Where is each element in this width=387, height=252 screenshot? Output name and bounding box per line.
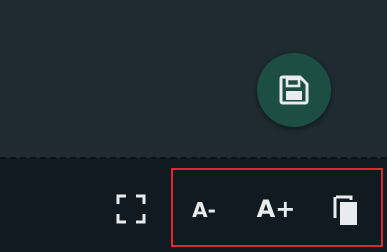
expand-icon xyxy=(116,194,146,224)
font-increase-button[interactable]: A+ xyxy=(253,191,299,227)
save-button[interactable] xyxy=(257,53,331,127)
copy-button[interactable] xyxy=(326,190,364,230)
copy-icon xyxy=(333,195,357,225)
fullscreen-button[interactable] xyxy=(112,190,150,228)
divider xyxy=(0,157,387,159)
save-icon xyxy=(279,75,309,105)
font-decrease-button[interactable]: A- xyxy=(184,194,224,226)
